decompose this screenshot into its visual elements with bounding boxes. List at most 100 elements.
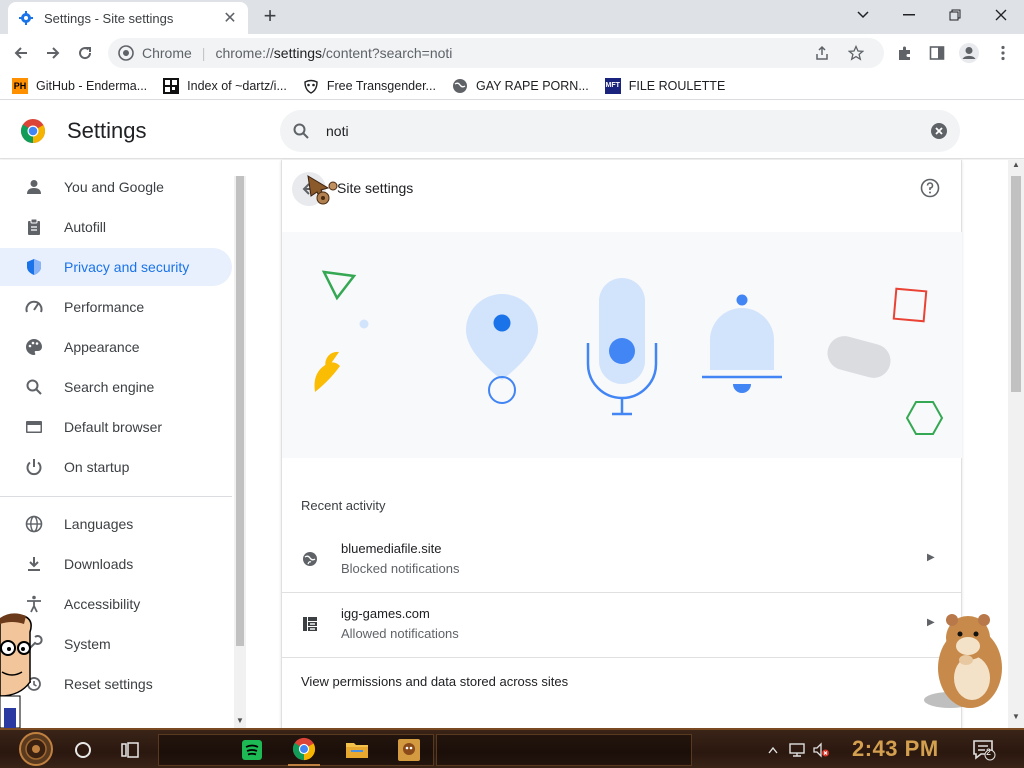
network-icon[interactable] — [786, 734, 808, 766]
globe-icon — [24, 514, 44, 534]
profile-avatar-icon[interactable] — [956, 40, 982, 66]
sidebar-item-you-and-google[interactable]: You and Google — [0, 168, 232, 206]
site-name: igg-games.com — [341, 606, 430, 621]
extensions-puzzle-icon[interactable] — [892, 40, 918, 66]
bookmark-item[interactable]: Index of ~dartz/i... — [163, 77, 287, 94]
minimize-button[interactable] — [886, 0, 932, 30]
permissions-illustration — [282, 232, 962, 458]
sidebar-divider — [0, 496, 232, 497]
volume-muted-icon[interactable] — [810, 734, 832, 766]
side-panel-icon[interactable] — [924, 40, 950, 66]
sidebar-item-privacy-and-security[interactable]: Privacy and security — [0, 248, 232, 286]
title-bar: Settings - Site settings ✕ + — [0, 0, 1024, 34]
row-divider — [282, 657, 962, 658]
microphone-icon — [586, 278, 658, 416]
sidebar-item-appearance[interactable]: Appearance — [0, 328, 232, 366]
clipboard-icon — [24, 217, 44, 237]
clear-search-icon[interactable] — [930, 122, 948, 140]
site-status: Allowed notifications — [341, 626, 459, 641]
taskbar-empty-area — [436, 734, 692, 766]
settings-search-input[interactable]: noti — [280, 110, 960, 152]
omnibox-separator: | — [201, 45, 206, 61]
site-chip-label: Chrome — [142, 45, 192, 61]
igg-icon — [301, 615, 319, 633]
show-hidden-icons-chevron-icon[interactable] — [766, 734, 780, 766]
site-status: Blocked notifications — [341, 561, 460, 576]
tab-title: Settings - Site settings — [44, 10, 174, 26]
forward-arrow-icon[interactable] — [40, 40, 66, 66]
taskbar-clock[interactable]: 2:43 PM — [852, 736, 939, 762]
chrome-taskbar-icon[interactable] — [288, 734, 320, 766]
sidebar-item-downloads[interactable]: Downloads — [0, 545, 232, 583]
power-icon — [24, 457, 44, 477]
file-explorer-taskbar-icon[interactable] — [342, 734, 372, 766]
task-view-button[interactable] — [116, 734, 144, 766]
bookmark-star-icon[interactable] — [848, 38, 864, 68]
spotify-taskbar-icon[interactable] — [238, 734, 266, 766]
page-title: Site settings — [337, 180, 414, 196]
reload-icon[interactable] — [72, 40, 98, 66]
cortana-search-button[interactable] — [70, 734, 96, 766]
square-shape — [892, 287, 928, 323]
settings-title: Settings — [67, 118, 147, 143]
sidebar-item-languages[interactable]: Languages — [0, 505, 232, 543]
cartoon-man-icon — [0, 613, 32, 728]
sidebar-scroll-thumb[interactable] — [236, 176, 244, 646]
sidebar-item-autofill[interactable]: Autofill — [0, 208, 232, 246]
sidebar-item-performance[interactable]: Performance — [0, 288, 232, 326]
notification-center-icon — [973, 740, 996, 761]
tab-search-chevron-icon[interactable] — [840, 0, 886, 30]
windows-taskbar: 2:43 PM 2 — [0, 728, 1024, 768]
address-bar[interactable]: Chrome | chrome://settings/content?searc… — [108, 38, 884, 68]
chrome-site-icon — [118, 45, 134, 61]
triangle-shape — [321, 270, 357, 301]
shield-icon — [24, 257, 44, 277]
site-name: bluemediafile.site — [341, 541, 442, 556]
sidebar-item-search-engine[interactable]: Search engine — [0, 368, 232, 406]
tab-close-icon[interactable]: ✕ — [222, 8, 238, 28]
notification-count-badge: 2 — [986, 747, 992, 757]
accessibility-icon — [24, 594, 44, 614]
browser-icon — [24, 417, 44, 437]
scroll-up-arrow-icon[interactable]: ▲ — [1008, 160, 1024, 174]
browser-toolbar: Chrome | chrome://settings/content?searc… — [0, 34, 1024, 72]
help-icon[interactable] — [920, 178, 940, 198]
main-scroll-thumb[interactable] — [1011, 176, 1021, 392]
sidebar-scrollbar[interactable]: ▼ — [234, 176, 246, 728]
hexagon-shape — [905, 401, 944, 435]
palette-icon — [24, 337, 44, 357]
ph-icon: PH — [12, 77, 28, 94]
browser-tab[interactable]: Settings - Site settings ✕ — [8, 2, 248, 34]
bookmark-item[interactable]: GAY RAPE PORN... — [452, 78, 589, 94]
bookmark-item[interactable]: Free Transgender... — [303, 78, 436, 94]
recent-site-row[interactable]: igg-games.com Allowed notifications ▶ — [282, 593, 962, 657]
notification-bell-icon — [702, 294, 782, 393]
mft-icon: MFT — [604, 77, 621, 94]
sidebar-item-on-startup[interactable]: On startup — [0, 448, 232, 486]
close-window-button[interactable] — [978, 0, 1024, 30]
share-icon[interactable] — [814, 38, 830, 68]
settings-header: Settings noti — [0, 101, 1024, 159]
recent-site-row[interactable]: bluemediafile.site Blocked notifications… — [282, 528, 962, 592]
bookmark-item[interactable]: MFT FILE ROULETTE — [604, 77, 725, 94]
game-app-taskbar-icon[interactable] — [394, 734, 424, 766]
view-permissions-link[interactable]: View permissions and data stored across … — [301, 674, 568, 689]
pill-shape — [827, 336, 891, 378]
url-text: chrome://settings/content?search=noti — [215, 45, 453, 61]
restore-button[interactable] — [932, 0, 978, 30]
globe-icon — [301, 550, 319, 568]
person-icon — [24, 177, 44, 197]
menu-kebab-icon[interactable] — [990, 40, 1016, 66]
scroll-down-arrow-icon[interactable]: ▼ — [1008, 712, 1024, 726]
scroll-down-arrow-icon[interactable]: ▼ — [234, 716, 246, 728]
main-scrollbar[interactable]: ▲ ▼ — [1008, 160, 1024, 728]
cortana-circle-icon — [75, 742, 91, 758]
bookmark-item[interactable]: PH GitHub - Enderma... — [12, 77, 147, 94]
steampunk-cursor-icon — [307, 175, 338, 205]
new-tab-button[interactable]: + — [258, 4, 282, 28]
back-arrow-icon[interactable] — [8, 40, 34, 66]
sidebar-item-default-browser[interactable]: Default browser — [0, 408, 232, 446]
start-button[interactable] — [12, 730, 60, 768]
qr-icon — [163, 77, 180, 94]
notification-center-button[interactable]: 2 — [970, 734, 998, 766]
